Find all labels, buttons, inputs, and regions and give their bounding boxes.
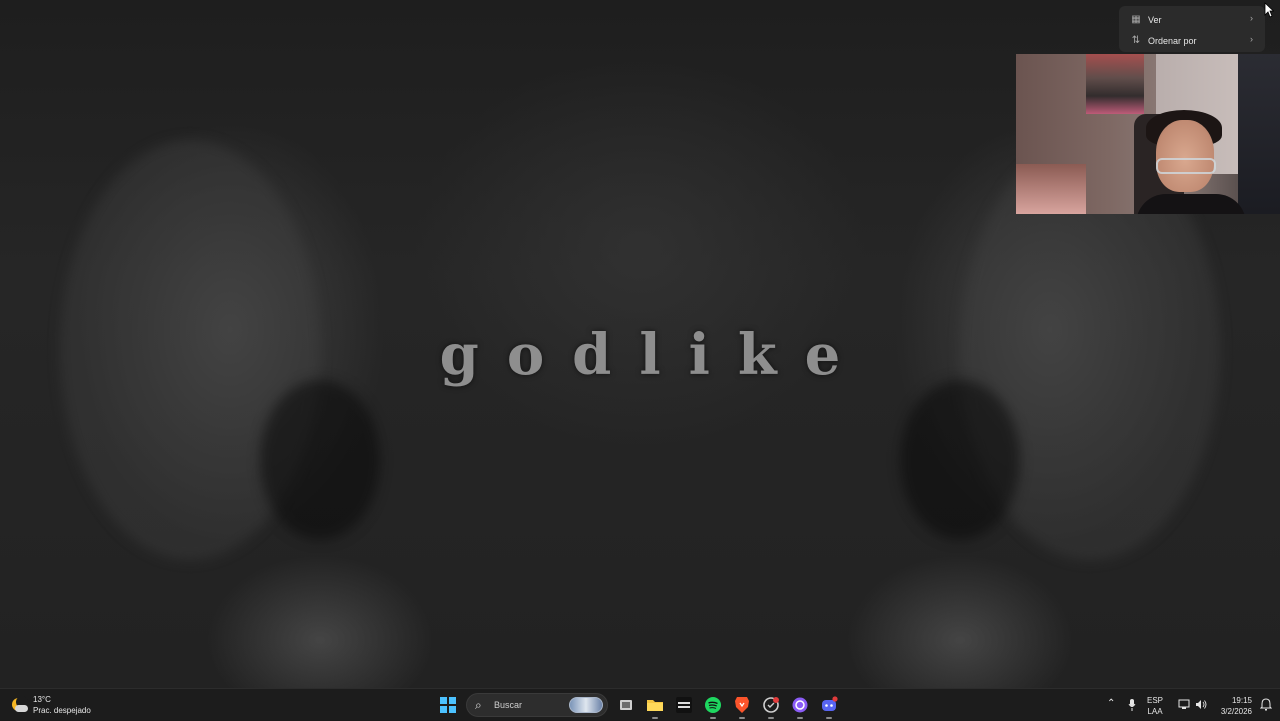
menu-item-ordenar-por-label: Ordenar por [1148,35,1197,46]
clock-date: 3/2/2026 [1220,707,1252,716]
chevron-right-icon: › [1250,34,1253,44]
clock-time: 19:15 [1231,696,1252,705]
spotify-button[interactable] [699,691,727,719]
weather-temperature: 13°C [33,695,51,704]
sort-icon: ⇅ [1131,34,1141,46]
purple-circle-icon [792,697,808,713]
mouse-cursor-icon [1264,2,1274,18]
context-menu: ▦ Ver › ⇅ Ordenar por › [1119,6,1265,52]
menu-item-ordenar-por[interactable]: ⇅ Ordenar por › [1119,30,1265,51]
wallpaper-title: godlike [439,322,869,388]
notification-bell-icon[interactable] [1260,698,1272,711]
microphone-icon[interactable] [1128,699,1136,711]
language-indicator[interactable]: ESP LAA [1147,695,1163,717]
volume-icon[interactable] [1195,699,1207,710]
app-circle-button[interactable] [757,691,785,719]
call-of-duty-button[interactable] [670,691,698,719]
folder-icon [647,700,663,711]
wallpaper-shadow-right [900,380,1020,540]
network-icon[interactable] [1178,699,1190,710]
brave-button[interactable] [728,691,756,719]
file-explorer-button[interactable] [641,691,669,719]
partly-cloudy-night-icon [10,696,28,714]
taskbar-search[interactable]: ⌕ Buscar [466,693,608,717]
desktop[interactable]: godlike ▦ Ver › ⇅ Ordenar por › [0,0,1280,688]
wallpaper-shadow-left [260,380,380,540]
windows-logo-icon [440,697,456,713]
task-view-button[interactable] [612,691,640,719]
weather-condition: Prac. despejado [33,706,91,715]
task-view-icon [620,700,632,710]
weather-widget[interactable]: 13°C Prac. despejado [10,694,91,716]
app-icon [763,697,779,713]
brave-icon [735,697,749,713]
taskbar: 13°C Prac. despejado ⌕ Buscar ⌃ ESP LAA … [0,688,1280,720]
menu-item-ver-label: Ver [1148,14,1162,25]
taskbar-apps: ⌕ Buscar [434,691,844,719]
menu-item-ver[interactable]: ▦ Ver › [1119,9,1265,30]
language-bottom: LAA [1147,707,1163,716]
cod-icon [676,697,692,713]
language-top: ESP [1147,696,1164,705]
purple-app-button[interactable] [786,691,814,719]
chevron-right-icon: › [1250,13,1253,23]
discord-icon [822,696,838,711]
system-tray: ⌃ ESP LAA 19:15 3/2/2026 [1100,689,1280,721]
clock[interactable]: 19:15 3/2/2026 [1212,695,1252,717]
webcam-overlay [1016,54,1280,214]
spotify-icon [705,697,721,713]
grid-view-icon: ▦ [1131,13,1141,25]
discord-button[interactable] [815,691,843,719]
chevron-up-icon[interactable]: ⌃ [1107,698,1115,709]
search-highlight-image [569,697,603,713]
search-icon: ⌕ [475,698,482,712]
search-placeholder: Buscar [494,700,523,710]
start-button[interactable] [434,691,462,719]
